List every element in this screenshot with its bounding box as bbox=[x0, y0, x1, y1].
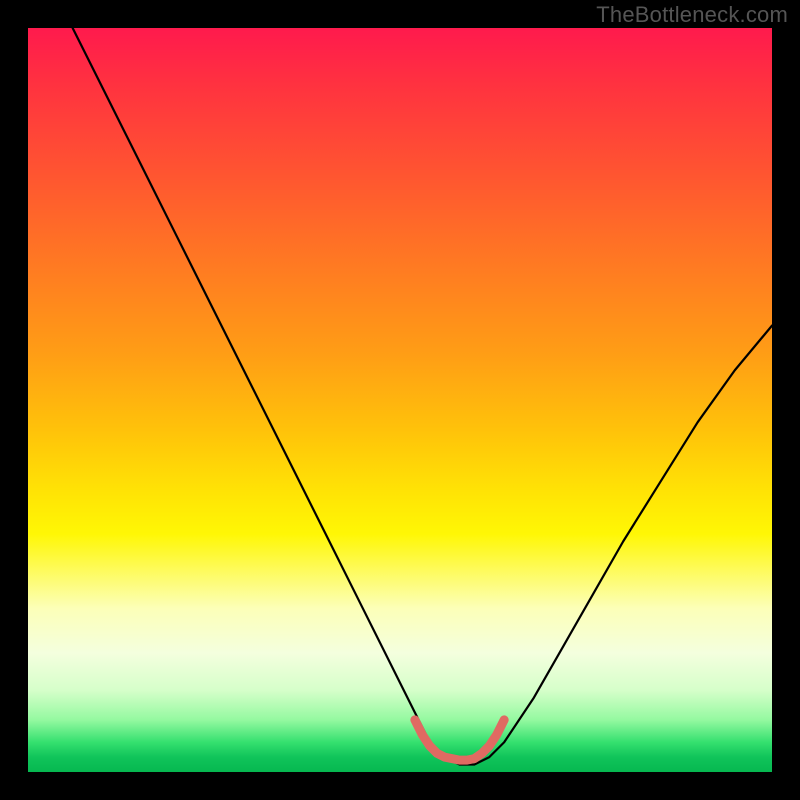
series-group bbox=[73, 28, 772, 765]
chart-svg bbox=[28, 28, 772, 772]
chart-frame: TheBottleneck.com bbox=[0, 0, 800, 800]
bottleneck-curve-line bbox=[73, 28, 772, 765]
plot-area bbox=[28, 28, 772, 772]
watermark-text: TheBottleneck.com bbox=[596, 2, 788, 28]
optimum-highlight-line bbox=[415, 720, 504, 760]
